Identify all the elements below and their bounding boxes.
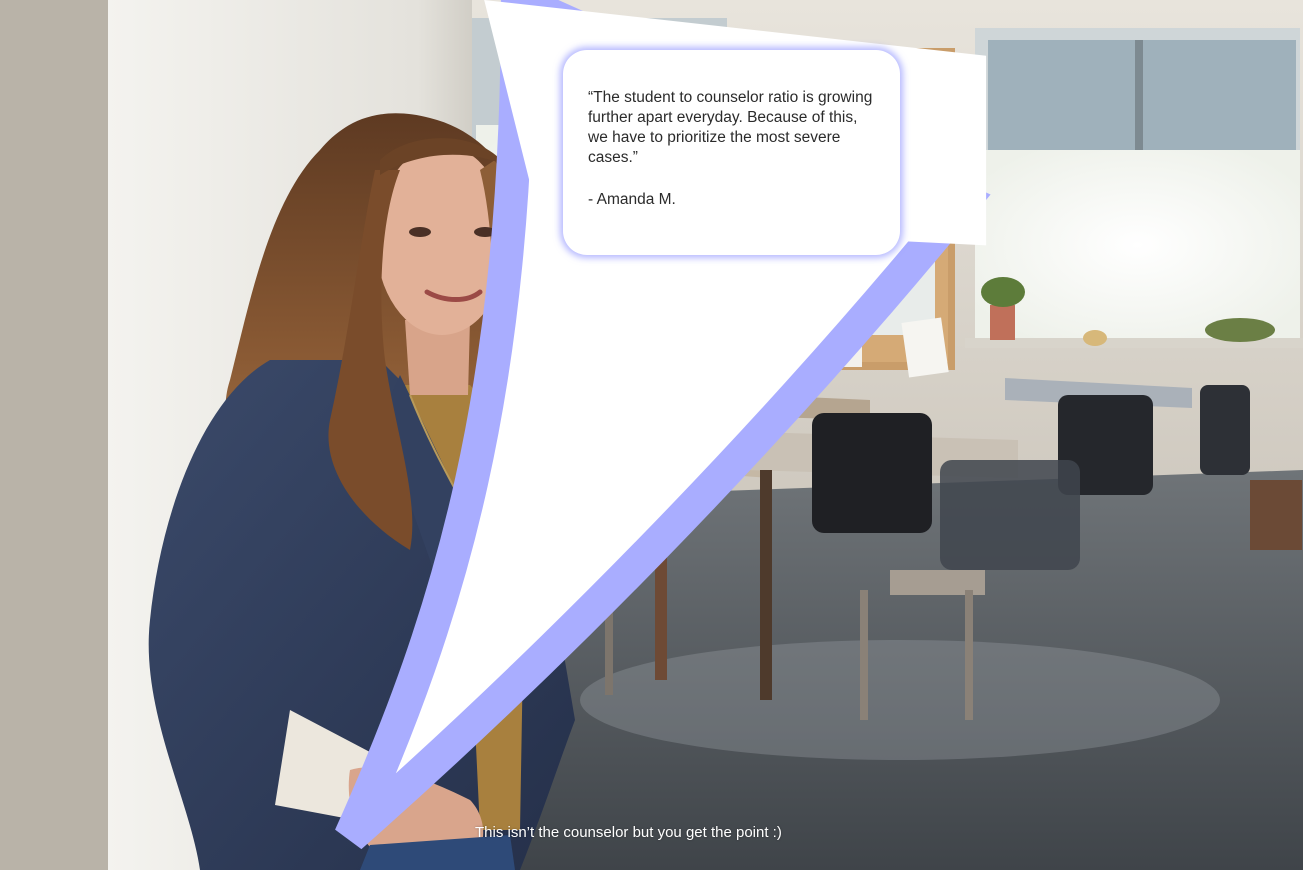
classroom-photo: “The student to counselor ratio is growi…	[0, 0, 1303, 870]
side-wall	[0, 0, 112, 870]
quote-author: - Amanda M.	[588, 191, 676, 208]
photo-caption: This isn’t the counselor but you get the…	[475, 824, 782, 841]
quote-text: “The student to counselor ratio is growi…	[588, 89, 873, 166]
speech-bubble: “The student to counselor ratio is growi…	[563, 50, 900, 255]
